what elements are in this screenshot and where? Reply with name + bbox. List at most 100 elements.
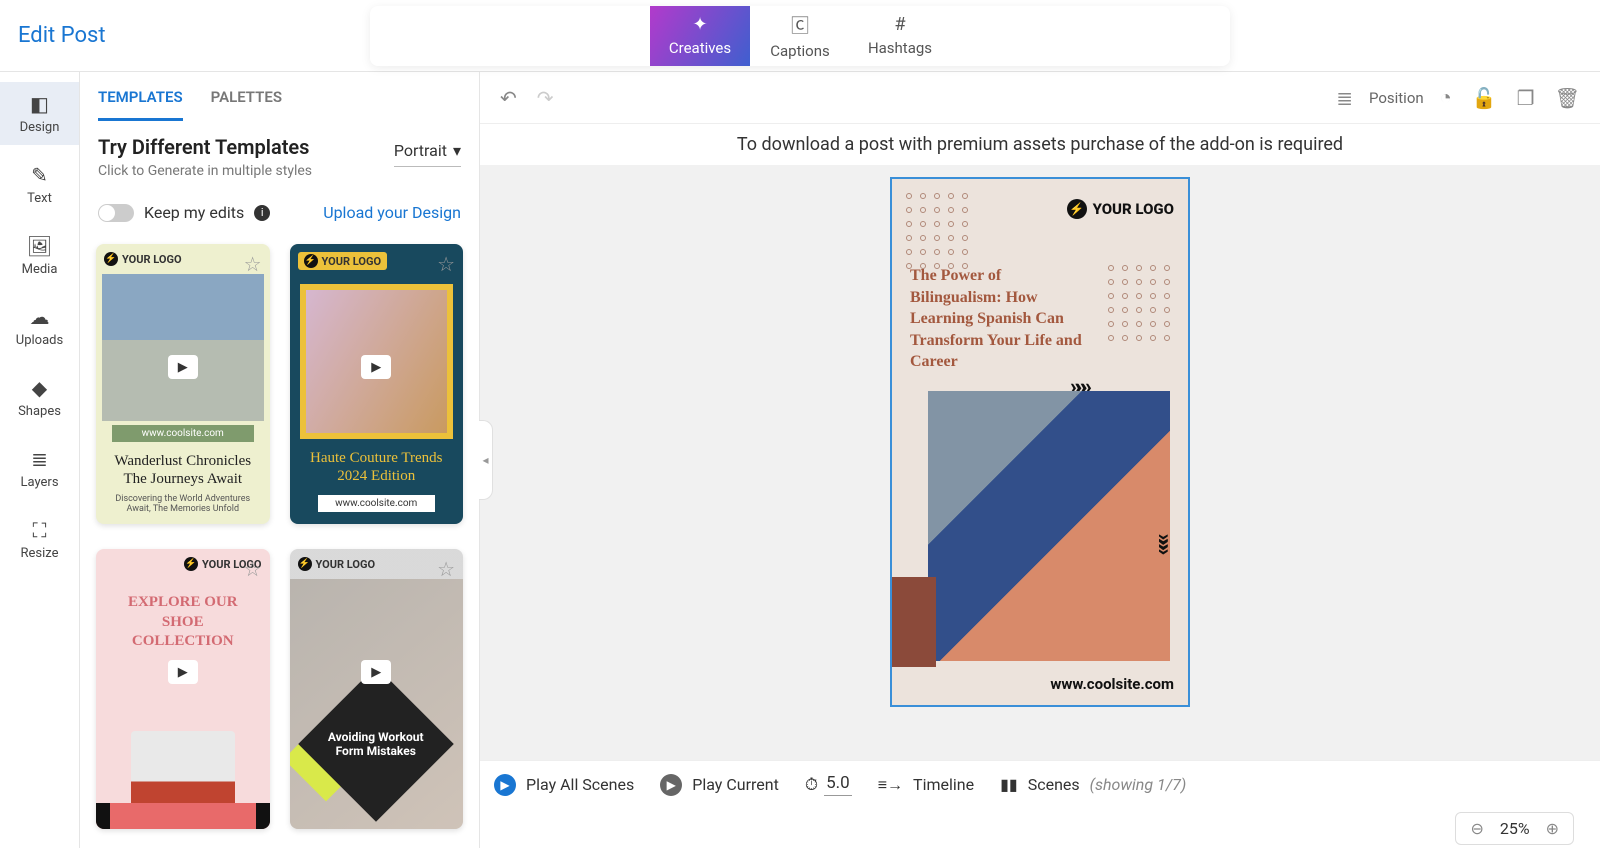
star-icon[interactable]: ☆	[244, 557, 262, 581]
playback-bar: ▶ Play All Scenes ▶ Play Current ⏱ 5.0 ≡…	[480, 760, 1600, 808]
scenes-label: Scenes	[1028, 775, 1080, 794]
template-site: www.coolsite.com	[318, 495, 436, 512]
template-site: www.coolsite.com	[112, 425, 254, 442]
template-card[interactable]: ☆ ▶ ⚡YOUR LOGO Haute Couture Trends 2024…	[290, 244, 464, 524]
star-icon[interactable]: ☆	[437, 557, 455, 581]
play-icon[interactable]: ▶	[361, 660, 391, 684]
color-block-decoration	[892, 577, 936, 667]
dot-grid-decoration	[1108, 265, 1174, 345]
templates-panel: TEMPLATES PALETTES Try Different Templat…	[80, 72, 480, 848]
nav-uploads[interactable]: ☁ Uploads	[0, 295, 79, 358]
captions-icon: 🄲	[791, 12, 809, 38]
timeline-label: Timeline	[913, 775, 974, 794]
duration-value: 5.0	[824, 773, 852, 796]
opacity-icon[interactable]: ◔	[1436, 81, 1456, 114]
play-icon[interactable]: ▶	[168, 355, 198, 379]
template-bar	[96, 803, 270, 829]
unlock-icon[interactable]: 🔓	[1468, 82, 1501, 114]
panel-heading: Try Different Templates	[98, 135, 312, 159]
star-icon[interactable]: ☆	[437, 252, 455, 276]
uploads-icon: ☁	[30, 305, 50, 329]
duplicate-icon[interactable]: ❐	[1513, 82, 1539, 114]
shapes-icon: ◆	[32, 376, 47, 400]
timeline-button[interactable]: ≡→ Timeline	[878, 775, 974, 795]
premium-message: To download a post with premium assets p…	[480, 124, 1600, 165]
nav-media[interactable]: 🖼 Media	[0, 224, 79, 287]
play-icon[interactable]: ▶	[168, 660, 198, 684]
canvas-toolbar: ↶ ↷ ≣ Position ◔ 🔓 ❐ 🗑	[480, 72, 1600, 124]
zoom-in-icon[interactable]: ⊕	[1546, 819, 1559, 838]
redo-icon[interactable]: ↷	[533, 82, 558, 114]
text-icon: ✎	[31, 163, 48, 187]
arrows-decoration: »»»	[1152, 534, 1177, 550]
template-image: Avoiding Workout Form Mistakes	[290, 579, 464, 829]
canvas-viewport[interactable]: ⚡YOUR LOGO The Power of Bilingualism: Ho…	[480, 165, 1600, 760]
nav-resize[interactable]: ⛶ Resize	[0, 508, 79, 571]
template-card[interactable]: ☆ ▶ ⚡YOUR LOGO EXPLORE OUR SHOE COLLECTI…	[96, 549, 270, 829]
tab-creatives-label: Creatives	[669, 39, 731, 57]
top-tabs: ✦ Creatives 🄲 Captions # Hashtags	[370, 6, 1230, 66]
panel-subheading: Click to Generate in multiple styles	[98, 163, 312, 179]
undo-icon[interactable]: ↶	[496, 82, 521, 114]
play-current-button[interactable]: ▶ Play Current	[660, 774, 779, 796]
template-card[interactable]: ☆ ▶ ⚡YOUR LOGO www.coolsite.com Wanderlu…	[96, 244, 270, 524]
design-headline[interactable]: The Power of Bilingualism: How Learning …	[910, 265, 1090, 373]
design-canvas[interactable]: ⚡YOUR LOGO The Power of Bilingualism: Ho…	[890, 177, 1190, 707]
tab-captions-label: Captions	[770, 42, 829, 60]
template-card[interactable]: ☆ ▶ ⚡YOUR LOGO Avoiding Workout Form Mis…	[290, 549, 464, 829]
nav-shapes-label: Shapes	[18, 404, 61, 419]
nav-media-label: Media	[22, 262, 58, 277]
template-logo: ⚡YOUR LOGO	[298, 252, 388, 270]
play-all-button[interactable]: ▶ Play All Scenes	[494, 774, 634, 796]
design-logo[interactable]: ⚡YOUR LOGO	[1067, 199, 1174, 219]
design-image[interactable]	[928, 391, 1170, 661]
side-nav: ◧ Design ✎ Text 🖼 Media ☁ Uploads ◆ Shap…	[0, 72, 80, 848]
template-title: EXPLORE OUR SHOE COLLECTION	[96, 579, 270, 666]
nav-resize-label: Resize	[20, 546, 58, 561]
scenes-count: (showing 1/7)	[1090, 775, 1187, 794]
scenes-button[interactable]: ▮▮ Scenes (showing 1/7)	[1000, 775, 1186, 794]
keep-edits-toggle[interactable]	[98, 204, 134, 222]
duration-control[interactable]: ⏱ 5.0	[805, 773, 852, 796]
tab-creatives[interactable]: ✦ Creatives	[650, 6, 750, 66]
template-logo: ⚡YOUR LOGO	[298, 557, 376, 571]
design-url[interactable]: www.coolsite.com	[1050, 675, 1174, 693]
play-all-label: Play All Scenes	[526, 775, 634, 794]
panel-collapse-handle[interactable]: ◂	[479, 420, 493, 500]
nav-text[interactable]: ✎ Text	[0, 153, 79, 216]
tab-hashtags[interactable]: # Hashtags	[850, 6, 950, 66]
nav-layers-label: Layers	[20, 475, 58, 490]
top-bar: Edit Post ✦ Creatives 🄲 Captions # Hasht…	[0, 0, 1600, 72]
template-title: Avoiding Workout Form Mistakes	[321, 730, 431, 759]
nav-layers[interactable]: ≣ Layers	[0, 437, 79, 500]
keep-edits-label: Keep my edits	[144, 203, 244, 222]
layers-icon[interactable]: ≣	[1332, 82, 1357, 114]
layers-icon: ≣	[31, 447, 48, 471]
panel-tab-templates[interactable]: TEMPLATES	[98, 88, 183, 121]
nav-design-label: Design	[20, 120, 60, 135]
star-icon[interactable]: ☆	[244, 252, 262, 276]
play-icon[interactable]: ▶	[361, 355, 391, 379]
nav-shapes[interactable]: ◆ Shapes	[0, 366, 79, 429]
templates-grid[interactable]: ☆ ▶ ⚡YOUR LOGO www.coolsite.com Wanderlu…	[80, 230, 479, 848]
timer-icon: ⏱	[805, 775, 818, 795]
info-icon[interactable]: i	[254, 205, 270, 221]
tab-captions[interactable]: 🄲 Captions	[750, 6, 850, 66]
delete-icon[interactable]: 🗑	[1551, 82, 1584, 114]
zoom-out-icon[interactable]: ⊖	[1470, 819, 1483, 838]
zoom-bar: ⊖ 25% ⊕	[480, 808, 1600, 848]
chevron-down-icon: ▾	[453, 141, 461, 160]
design-icon: ◧	[30, 92, 49, 116]
wand-icon: ✦	[692, 14, 707, 35]
orientation-selector[interactable]: Portrait ▾	[394, 135, 461, 167]
position-button[interactable]: Position	[1369, 89, 1424, 107]
nav-design[interactable]: ◧ Design	[0, 82, 79, 145]
timeline-icon: ≡→	[878, 775, 903, 795]
panel-tab-palettes[interactable]: PALETTES	[211, 88, 282, 121]
media-icon: 🖼	[27, 234, 52, 258]
upload-design-link[interactable]: Upload your Design	[323, 203, 461, 222]
nav-uploads-label: Uploads	[16, 333, 63, 348]
dot-grid-decoration	[906, 193, 972, 273]
zoom-control: ⊖ 25% ⊕	[1455, 812, 1574, 845]
template-image	[102, 274, 264, 421]
